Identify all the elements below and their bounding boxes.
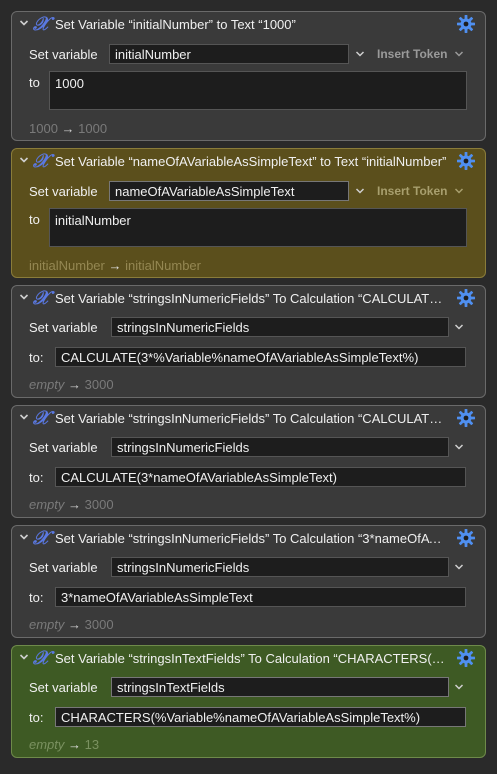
- variable-x-icon: 𝒳: [33, 287, 50, 309]
- result-output: 1000: [78, 121, 108, 136]
- result-output: 3000: [84, 497, 114, 512]
- set-variable-label: Set variable: [29, 560, 98, 575]
- action-set-variable-nameOfAVariableAsSimpleText[interactable]: 𝒳 Set Variable “nameOfAVariableAsSimpleT…: [11, 148, 486, 278]
- result-arrow: →: [68, 617, 82, 632]
- variable-name-field[interactable]: stringsInNumericFields: [111, 557, 449, 577]
- action-title: Set Variable “initialNumber” to Text “10…: [55, 17, 296, 32]
- insert-token-button[interactable]: Insert Token: [377, 47, 447, 61]
- result-output: 13: [84, 737, 100, 752]
- calculation-field[interactable]: CALCULATE(3*%Variable%nameOfAVariableAsS…: [55, 347, 466, 367]
- insert-token-button[interactable]: Insert Token: [377, 184, 447, 198]
- chevron-down-icon[interactable]: [19, 532, 29, 542]
- result-input: 1000: [29, 121, 58, 136]
- variable-name-field[interactable]: initialNumber: [109, 44, 349, 64]
- chevron-down-icon[interactable]: [19, 18, 29, 28]
- result-output: 3000: [84, 617, 114, 632]
- variable-x-icon: 𝒳: [33, 150, 50, 172]
- result-line: initialNumber → initialNumber: [29, 258, 201, 273]
- result-input: empty: [29, 377, 65, 392]
- result-line: empty → 3000: [29, 377, 114, 392]
- set-variable-label: Set variable: [29, 320, 98, 335]
- chevron-down-icon[interactable]: [355, 187, 365, 195]
- action-set-variable-characters[interactable]: 𝒳 Set Variable “stringsInTextFields” To …: [11, 645, 486, 758]
- set-variable-label: Set variable: [29, 184, 98, 199]
- set-variable-label: Set variable: [29, 680, 98, 695]
- chevron-down-icon[interactable]: [19, 652, 29, 662]
- result-arrow: →: [68, 737, 82, 752]
- action-title: Set Variable “stringsInNumericFields” To…: [55, 291, 449, 306]
- to-label: to: [29, 75, 40, 90]
- result-input: initialNumber: [29, 258, 105, 273]
- action-header[interactable]: 𝒳 Set Variable “stringsInTextFields” To …: [12, 646, 485, 672]
- chevron-down-icon[interactable]: [355, 50, 365, 58]
- result-input: empty: [29, 737, 65, 752]
- chevron-down-icon[interactable]: [19, 155, 29, 165]
- chevron-down-icon[interactable]: [454, 683, 464, 691]
- to-label: to:: [29, 590, 44, 605]
- chevron-down-icon[interactable]: [454, 187, 464, 195]
- variable-name-field[interactable]: stringsInNumericFields: [111, 437, 449, 457]
- variable-name-field[interactable]: stringsInTextFields: [111, 677, 449, 697]
- to-text-area[interactable]: 1000: [49, 71, 467, 110]
- calculation-field[interactable]: CALCULATE(3*nameOfAVariableAsSimpleText): [55, 467, 466, 487]
- action-set-variable-calculation[interactable]: 𝒳 Set Variable “stringsInNumericFields” …: [11, 525, 486, 638]
- action-set-variable-initialNumber[interactable]: 𝒳 Set Variable “initialNumber” to Text “…: [11, 11, 486, 141]
- to-label: to:: [29, 710, 44, 725]
- result-arrow: →: [68, 497, 82, 512]
- result-arrow: →: [68, 377, 82, 392]
- action-title: Set Variable “stringsInNumericFields” To…: [55, 411, 449, 426]
- to-label: to:: [29, 470, 44, 485]
- result-output: 3000: [84, 377, 114, 392]
- variable-x-icon: 𝒳: [33, 527, 50, 549]
- result-arrow: →: [61, 121, 75, 136]
- variable-name-field[interactable]: stringsInNumericFields: [111, 317, 449, 337]
- set-variable-label: Set variable: [29, 440, 98, 455]
- variable-x-icon: 𝒳: [33, 13, 50, 35]
- action-set-variable-calculation[interactable]: 𝒳 Set Variable “stringsInNumericFields” …: [11, 285, 486, 398]
- result-arrow: →: [108, 258, 122, 273]
- result-input: empty: [29, 617, 65, 632]
- action-header[interactable]: 𝒳 Set Variable “initialNumber” to Text “…: [12, 12, 485, 38]
- result-line: empty → 13: [29, 737, 99, 752]
- to-text-area[interactable]: initialNumber: [49, 208, 467, 247]
- result-line: empty → 3000: [29, 617, 114, 632]
- chevron-down-icon[interactable]: [454, 443, 464, 451]
- result-line: empty → 3000: [29, 497, 114, 512]
- action-title: Set Variable “stringsInTextFields” To Ca…: [55, 651, 449, 666]
- chevron-down-icon[interactable]: [454, 323, 464, 331]
- chevron-down-icon[interactable]: [19, 412, 29, 422]
- action-header[interactable]: 𝒳 Set Variable “stringsInNumericFields” …: [12, 526, 485, 552]
- result-input: empty: [29, 497, 65, 512]
- action-set-variable-calculation[interactable]: 𝒳 Set Variable “stringsInNumericFields” …: [11, 405, 486, 518]
- action-title: Set Variable “nameOfAVariableAsSimpleTex…: [55, 154, 447, 169]
- action-title: Set Variable “stringsInNumericFields” To…: [55, 531, 449, 546]
- chevron-down-icon[interactable]: [454, 563, 464, 571]
- to-label: to: [29, 212, 40, 227]
- action-header[interactable]: 𝒳 Set Variable “stringsInNumericFields” …: [12, 406, 485, 432]
- gear-icon[interactable]: [456, 14, 476, 34]
- chevron-down-icon[interactable]: [19, 292, 29, 302]
- chevron-down-icon[interactable]: [454, 50, 464, 58]
- gear-icon[interactable]: [456, 151, 476, 171]
- result-line: 1000 → 1000: [29, 121, 107, 136]
- action-header[interactable]: 𝒳 Set Variable “stringsInNumericFields” …: [12, 286, 485, 312]
- variable-name-field[interactable]: nameOfAVariableAsSimpleText: [109, 181, 349, 201]
- gear-icon[interactable]: [456, 528, 476, 548]
- result-output: initialNumber: [125, 258, 201, 273]
- calculation-field[interactable]: 3*nameOfAVariableAsSimpleText: [55, 587, 466, 607]
- variable-x-icon: 𝒳: [33, 407, 50, 429]
- action-header[interactable]: 𝒳 Set Variable “nameOfAVariableAsSimpleT…: [12, 149, 485, 175]
- gear-icon[interactable]: [456, 648, 476, 668]
- set-variable-label: Set variable: [29, 47, 98, 62]
- gear-icon[interactable]: [456, 408, 476, 428]
- gear-icon[interactable]: [456, 288, 476, 308]
- to-label: to:: [29, 350, 44, 365]
- calculation-field[interactable]: CHARACTERS(%Variable%nameOfAVariableAsSi…: [55, 707, 466, 727]
- variable-x-icon: 𝒳: [33, 647, 50, 669]
